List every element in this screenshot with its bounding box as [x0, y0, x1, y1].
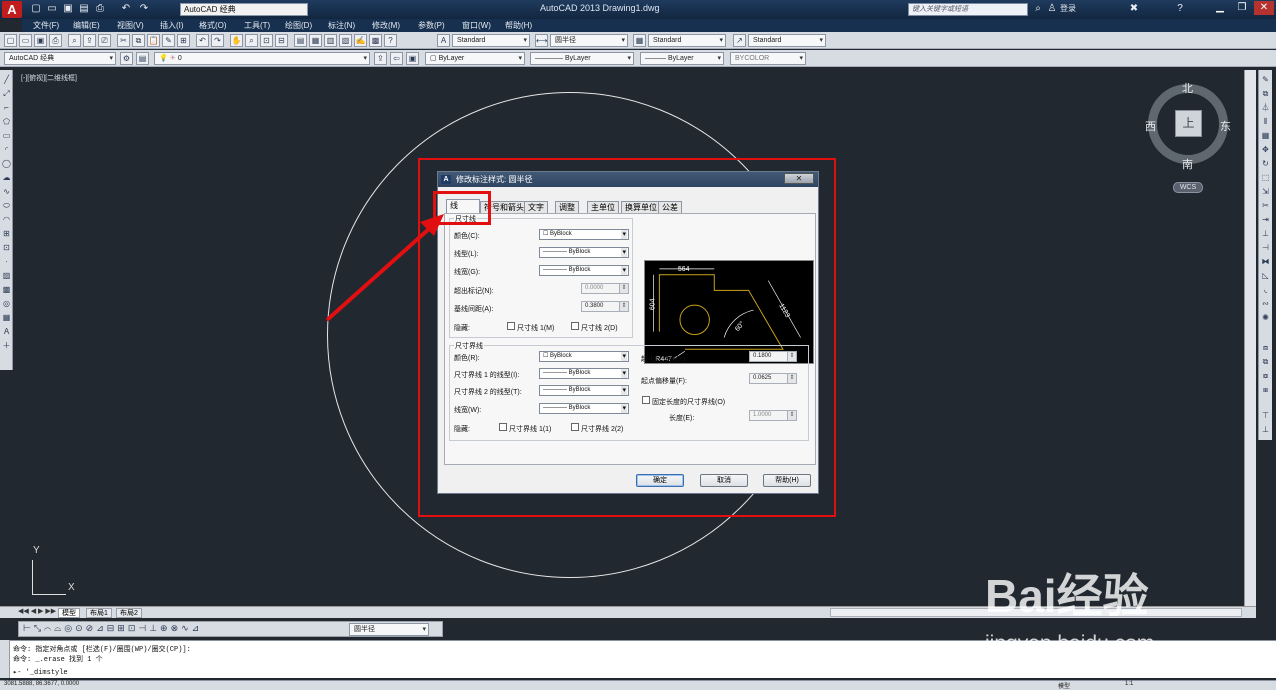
tab-layout1[interactable]: 布局1 — [86, 608, 112, 618]
command-window-handle[interactable] — [0, 640, 10, 678]
command-history-2: 命令: _.erase 找到 1 个 — [13, 656, 103, 664]
status-bar: 3081.5888, 86.3677, 0.0000 模型 1:1 — [0, 680, 1276, 690]
tab-model[interactable]: 模型 — [58, 608, 80, 618]
dimension-tools-icon[interactable]: ⊢⤡⌒⌓◎⊙⊘⊿⊟⊞⊡⊣⊥⊕⊗∿⊿ — [23, 623, 202, 634]
coordinates[interactable]: 3081.5888, 86.3677, 0.0000 — [4, 681, 79, 687]
tab-layout2[interactable]: 布局2 — [116, 608, 142, 618]
baidu-watermark: Bai经验 — [985, 570, 1149, 622]
dimension-toolbar: ⊢⤡⌒⌓◎⊙⊘⊿⊟⊞⊡⊣⊥⊕⊗∿⊿ 圆半径 — [18, 621, 443, 637]
command-input[interactable]: ▸- '_dimstyle — [13, 668, 68, 677]
model-space-toggle[interactable]: 模型 — [1058, 681, 1070, 690]
annotation-scale[interactable]: 1:1 — [1125, 681, 1133, 687]
dim-style-select-bottom[interactable]: 圆半径 — [349, 623, 429, 636]
baidu-watermark-url: jingyan.baidu.com — [985, 632, 1155, 655]
tab-nav-arrows-icon[interactable]: ◀◀ ◀ ▶ ▶▶ — [18, 607, 56, 615]
command-history-1: 命令: 指定对角点或 [栏选(F)/圈围(WP)/圈交(CP)]: — [13, 646, 191, 654]
